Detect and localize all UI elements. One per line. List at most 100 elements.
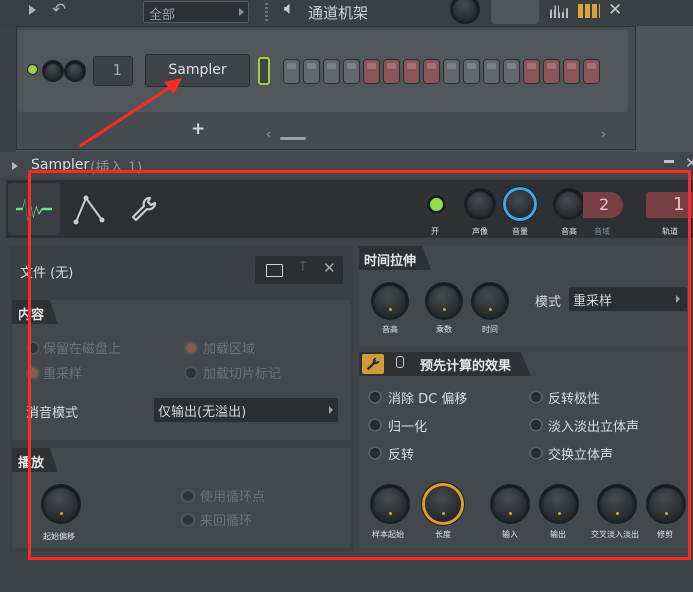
stretch-pitch-knob[interactable] (373, 284, 407, 318)
microphone-icon[interactable] (396, 356, 404, 368)
step-button[interactable] (424, 60, 439, 83)
folder-icon[interactable] (266, 264, 283, 277)
fade-out-label: 输出 (550, 530, 566, 539)
swing-slider[interactable] (491, 0, 539, 24)
chevron-right-icon (329, 406, 333, 414)
power-on-label: 开 (431, 227, 439, 236)
mixer-track-label: 轨道 (662, 227, 678, 236)
step-button[interactable] (504, 60, 519, 83)
step-button[interactable] (544, 60, 559, 83)
step-button[interactable] (464, 60, 479, 83)
swap-stereo-label: 交换立体声 (548, 448, 614, 463)
fade-out-knob[interactable] (541, 486, 577, 522)
load-slice-markers-radio[interactable] (184, 366, 198, 380)
bottom-strip (0, 560, 693, 592)
mixer-track-value: 1 (673, 194, 685, 215)
ping-pong-loop-label: 来回循环 (200, 514, 253, 529)
play-arrow-icon[interactable] (29, 5, 36, 15)
stretch-pitch-label: 音高 (382, 325, 398, 334)
use-loop-points-radio[interactable] (181, 489, 195, 503)
channel-select-indicator[interactable] (258, 57, 270, 85)
power-on-led[interactable] (430, 198, 443, 211)
step-button[interactable] (324, 60, 339, 83)
stretch-mode-label: 模式 (535, 295, 562, 310)
channel-rack-right-area (636, 26, 693, 152)
resample-radio[interactable] (26, 366, 40, 380)
ping-pong-loop-radio[interactable] (181, 513, 195, 527)
filter-dropdown-label: 全部 (149, 8, 176, 23)
start-offset-label: 起始偏移 (43, 532, 75, 541)
normalize-radio[interactable] (368, 418, 382, 432)
keep-on-disk-label: 保留在磁盘上 (43, 342, 122, 357)
sample-start-label: 样本起始 (372, 530, 404, 539)
declick-mode-dropdown[interactable]: 仅输出(无溢出) (154, 398, 338, 422)
step-button[interactable] (384, 60, 399, 83)
step-button[interactable] (284, 60, 299, 83)
mixer-track-display[interactable]: 1 (646, 192, 693, 218)
minimize-icon[interactable] (664, 160, 674, 163)
file-label: 文件 (无) (20, 266, 74, 281)
channel-mute-led[interactable] (28, 65, 37, 74)
load-regions-radio[interactable] (184, 341, 198, 355)
step-button[interactable] (584, 60, 599, 83)
reverse-label: 反转 (388, 448, 415, 463)
clear-icon[interactable]: ✕ (323, 259, 336, 277)
scroll-left-icon: ‹ (266, 127, 271, 141)
tab-sample-settings[interactable] (8, 183, 60, 235)
undo-icon[interactable]: ↶ (52, 0, 66, 20)
filter-dropdown[interactable]: 全部 (143, 1, 249, 23)
length-knob[interactable] (425, 486, 461, 522)
stretch-time-knob[interactable] (473, 284, 507, 318)
time-stretch-header: 时间拉伸 (364, 254, 417, 269)
tab-misc[interactable] (124, 183, 168, 235)
keep-on-disk-radio[interactable] (26, 341, 40, 355)
precomputed-wrench-button[interactable] (362, 354, 384, 374)
use-loop-points-label: 使用循环点 (200, 490, 266, 505)
speaker-icon: 🔈︎ (284, 0, 295, 19)
step-button[interactable] (344, 60, 359, 83)
step-button[interactable] (524, 60, 539, 83)
waveform-icon (16, 198, 52, 221)
pitch-range-display[interactable]: 2 (583, 192, 623, 218)
pitch-range-value: 2 (599, 195, 610, 214)
wrench-icon (366, 357, 380, 371)
pitch-knob[interactable] (555, 190, 583, 218)
stretch-multiply-knob[interactable] (427, 284, 461, 318)
drag-handle-icon[interactable] (265, 3, 268, 21)
locate-icon[interactable]: ⍑ (299, 260, 307, 275)
fade-in-label: 输入 (502, 530, 518, 539)
load-slice-markers-label: 加载切片标记 (203, 367, 282, 382)
fade-in-knob[interactable] (492, 486, 528, 522)
scroll-right-icon: › (601, 127, 606, 141)
stretch-mode-dropdown[interactable]: 重采样 (569, 287, 687, 311)
piano-roll-icon[interactable] (578, 4, 600, 18)
swap-stereo-radio[interactable] (529, 446, 543, 460)
length-label: 长度 (435, 530, 451, 539)
window-menu-arrow-icon[interactable] (12, 162, 18, 170)
step-button[interactable] (484, 60, 499, 83)
content-header: 内容 (18, 308, 45, 323)
volume-knob[interactable] (506, 190, 534, 218)
pan-knob[interactable] (466, 190, 494, 218)
crossfade-knob[interactable] (599, 486, 635, 522)
step-button[interactable] (364, 60, 379, 83)
step-button[interactable] (304, 60, 319, 83)
remove-dc-label: 消除 DC 偏移 (388, 392, 468, 407)
step-button[interactable] (404, 60, 419, 83)
start-offset-knob[interactable] (43, 486, 79, 522)
trim-knob[interactable] (648, 486, 684, 522)
horizontal-scrollbar[interactable]: ‹ › (266, 127, 606, 146)
scroll-thumb[interactable] (280, 137, 306, 140)
window-close-icon[interactable]: ✕ (685, 154, 693, 172)
remove-dc-radio[interactable] (368, 390, 382, 404)
reverse-polarity-radio[interactable] (529, 390, 543, 404)
stretch-time-label: 时间 (482, 325, 498, 334)
tab-envelope[interactable] (68, 183, 112, 235)
reverse-radio[interactable] (368, 446, 382, 460)
fade-stereo-radio[interactable] (529, 418, 543, 432)
close-icon[interactable]: ✕ (608, 0, 622, 20)
channel-rack-title: 通道机架 (308, 4, 369, 22)
step-button[interactable] (564, 60, 579, 83)
step-button[interactable] (444, 60, 459, 83)
sample-start-knob[interactable] (372, 486, 408, 522)
